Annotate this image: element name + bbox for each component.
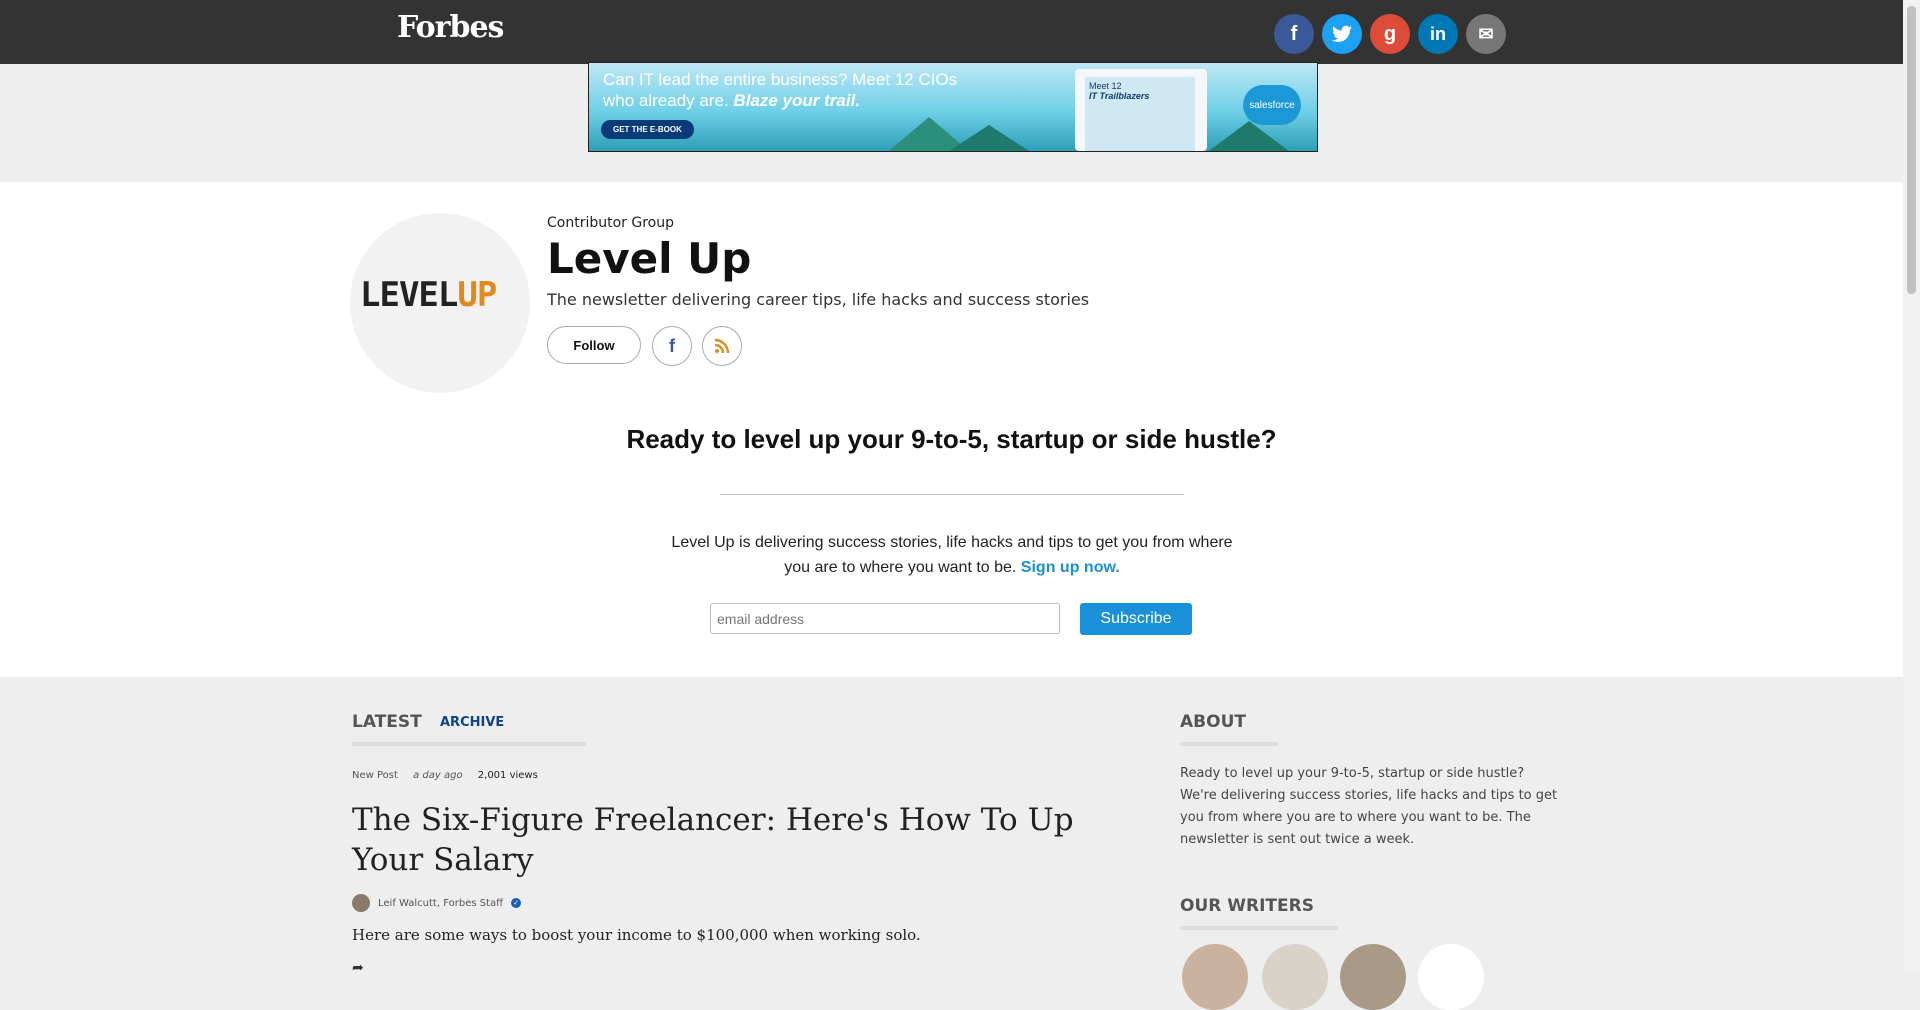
subscribe-button[interactable]: Subscribe xyxy=(1080,603,1192,635)
author-name[interactable]: Leif Walcutt, Forbes Staff xyxy=(378,898,503,909)
article-byline: Leif Walcutt, Forbes Staff ✓ xyxy=(352,894,522,912)
article-title[interactable]: The Six-Figure Freelancer: Here's How To… xyxy=(352,800,1092,880)
avatar-logo-text: LEVELUP xyxy=(360,275,497,315)
about-heading: ABOUT xyxy=(1180,712,1246,732)
top-navigation-bar: Forbes f g in ✉ xyxy=(0,0,1903,64)
facebook-follow-glyph: f xyxy=(669,335,675,356)
advertisement-banner[interactable]: Can IT lead the entire business? Meet 12… xyxy=(588,62,1318,152)
post-views: 2,001 views xyxy=(477,770,538,781)
ad-mountain xyxy=(949,125,1029,151)
tab-archive[interactable]: ARCHIVE xyxy=(440,715,504,730)
scrollbar[interactable] xyxy=(1903,0,1920,974)
ad-book-image: Meet 12 IT Trailblazers xyxy=(1075,69,1207,151)
writer-avatar[interactable] xyxy=(1182,944,1248,1010)
divider xyxy=(720,494,1184,495)
ad-book-cover: Meet 12 IT Trailblazers xyxy=(1085,77,1195,151)
tab-underline xyxy=(352,742,586,746)
writer-avatar[interactable] xyxy=(1340,944,1406,1010)
promo-body: Level Up is delivering success stories, … xyxy=(671,534,1233,576)
post-time: a day ago xyxy=(413,770,463,781)
avatar-logo-left: LEVEL xyxy=(360,275,458,315)
post-meta: New Post a day ago 2,001 views xyxy=(352,770,538,781)
ad-book-title: Meet 12 xyxy=(1089,81,1122,91)
writer-avatar[interactable] xyxy=(1418,944,1484,1010)
sign-up-link[interactable]: Sign up now. xyxy=(1021,559,1120,576)
writer-avatar[interactable] xyxy=(1262,944,1328,1010)
follow-button[interactable]: Follow xyxy=(547,326,641,364)
facebook-glyph: f xyxy=(1290,22,1298,45)
facebook-follow-icon[interactable]: f xyxy=(652,326,692,366)
ad-mountain xyxy=(1209,121,1289,151)
linkedin-icon[interactable]: in xyxy=(1418,14,1458,54)
ad-book-subtitle: IT Trailblazers xyxy=(1089,91,1150,101)
email-input[interactable] xyxy=(710,603,1060,634)
rss-icon[interactable] xyxy=(702,326,742,366)
page-tagline: The newsletter delivering career tips, l… xyxy=(547,290,1090,309)
google-glyph: g xyxy=(1383,22,1397,45)
linkedin-glyph: in xyxy=(1430,23,1446,44)
writers-heading: OUR WRITERS xyxy=(1180,896,1314,916)
scrollbar-thumb[interactable] xyxy=(1907,6,1916,294)
contributor-group-label: Contributor Group xyxy=(547,215,674,231)
about-underline xyxy=(1180,742,1278,746)
ad-emphasis: Blaze your trail. xyxy=(733,91,861,110)
ad-line2: who already are. xyxy=(603,91,729,110)
ad-line1: Can IT lead the entire business? Meet 12… xyxy=(603,70,958,89)
author-avatar[interactable] xyxy=(352,894,370,912)
facebook-icon[interactable]: f xyxy=(1274,14,1314,54)
email-glyph: ✉ xyxy=(1478,23,1494,44)
twitter-bird-glyph xyxy=(1332,25,1352,42)
verified-icon: ✓ xyxy=(511,898,522,908)
level-up-avatar: LEVELUP xyxy=(350,213,530,393)
ad-copy: Can IT lead the entire business? Meet 12… xyxy=(603,69,1023,111)
google-plus-icon[interactable]: g xyxy=(1370,14,1410,54)
forbes-logo[interactable]: Forbes xyxy=(397,10,504,45)
email-icon[interactable]: ✉ xyxy=(1466,14,1506,54)
twitter-icon[interactable] xyxy=(1322,14,1362,54)
ad-ebook-button[interactable]: GET THE E-BOOK xyxy=(601,120,694,139)
writers-underline xyxy=(1180,926,1338,930)
article-excerpt: Here are some ways to boost your income … xyxy=(352,926,921,944)
post-type: New Post xyxy=(352,770,398,781)
social-share-bar: f g in ✉ xyxy=(1274,14,1506,54)
salesforce-logo: salesforce xyxy=(1243,85,1301,125)
promo-headline: Ready to level up your 9-to-5, startup o… xyxy=(626,424,1277,454)
promo-text: Level Up is delivering success stories, … xyxy=(660,530,1244,580)
tab-latest[interactable]: LATEST xyxy=(352,712,422,732)
about-text: Ready to level up your 9-to-5, startup o… xyxy=(1180,766,1558,847)
avatar-logo-right: UP xyxy=(457,275,497,315)
page-title: Level Up xyxy=(547,234,752,283)
rss-glyph xyxy=(714,338,730,354)
